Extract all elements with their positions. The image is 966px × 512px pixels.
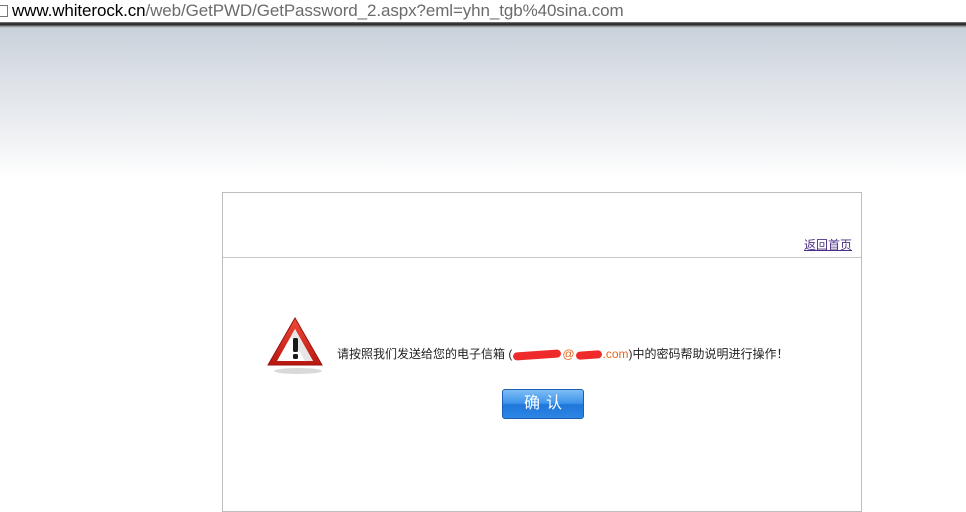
url-text[interactable]: www.whiterock.cn/web/GetPWD/GetPassword_… <box>12 1 624 21</box>
confirm-button[interactable]: 确认 <box>502 389 584 419</box>
redaction-mark <box>513 349 562 361</box>
url-path: /web/GetPWD/GetPassword_2.aspx?eml=yhn_t… <box>145 1 624 20</box>
warning-triangle-icon <box>267 316 323 374</box>
panel-header: 返回首页 <box>223 193 861 258</box>
message-suffix: )中的密码帮助说明进行操作！ <box>628 347 789 361</box>
url-host: www.whiterock.cn <box>12 1 146 20</box>
instruction-message: 请按照我们发送给您的电子信箱 ( @ .com)中的密码帮助说明进行操作！ <box>337 345 789 362</box>
page-icon <box>0 5 8 17</box>
email-at: @ <box>562 347 575 361</box>
message-prefix: 请按照我们发送给您的电子信箱 ( <box>337 347 513 361</box>
header-banner <box>0 28 966 178</box>
redaction-mark <box>575 349 602 360</box>
address-bar[interactable]: www.whiterock.cn/web/GetPWD/GetPassword_… <box>0 0 966 22</box>
email-suffix: .com <box>602 347 629 361</box>
message-panel: 返回首页 请按照我们发送给您的电子信箱 ( @ .com)中的密码帮助说明进行操作！… <box>222 192 862 512</box>
email-address: @ .com <box>512 347 629 361</box>
home-link[interactable]: 返回首页 <box>804 236 852 253</box>
